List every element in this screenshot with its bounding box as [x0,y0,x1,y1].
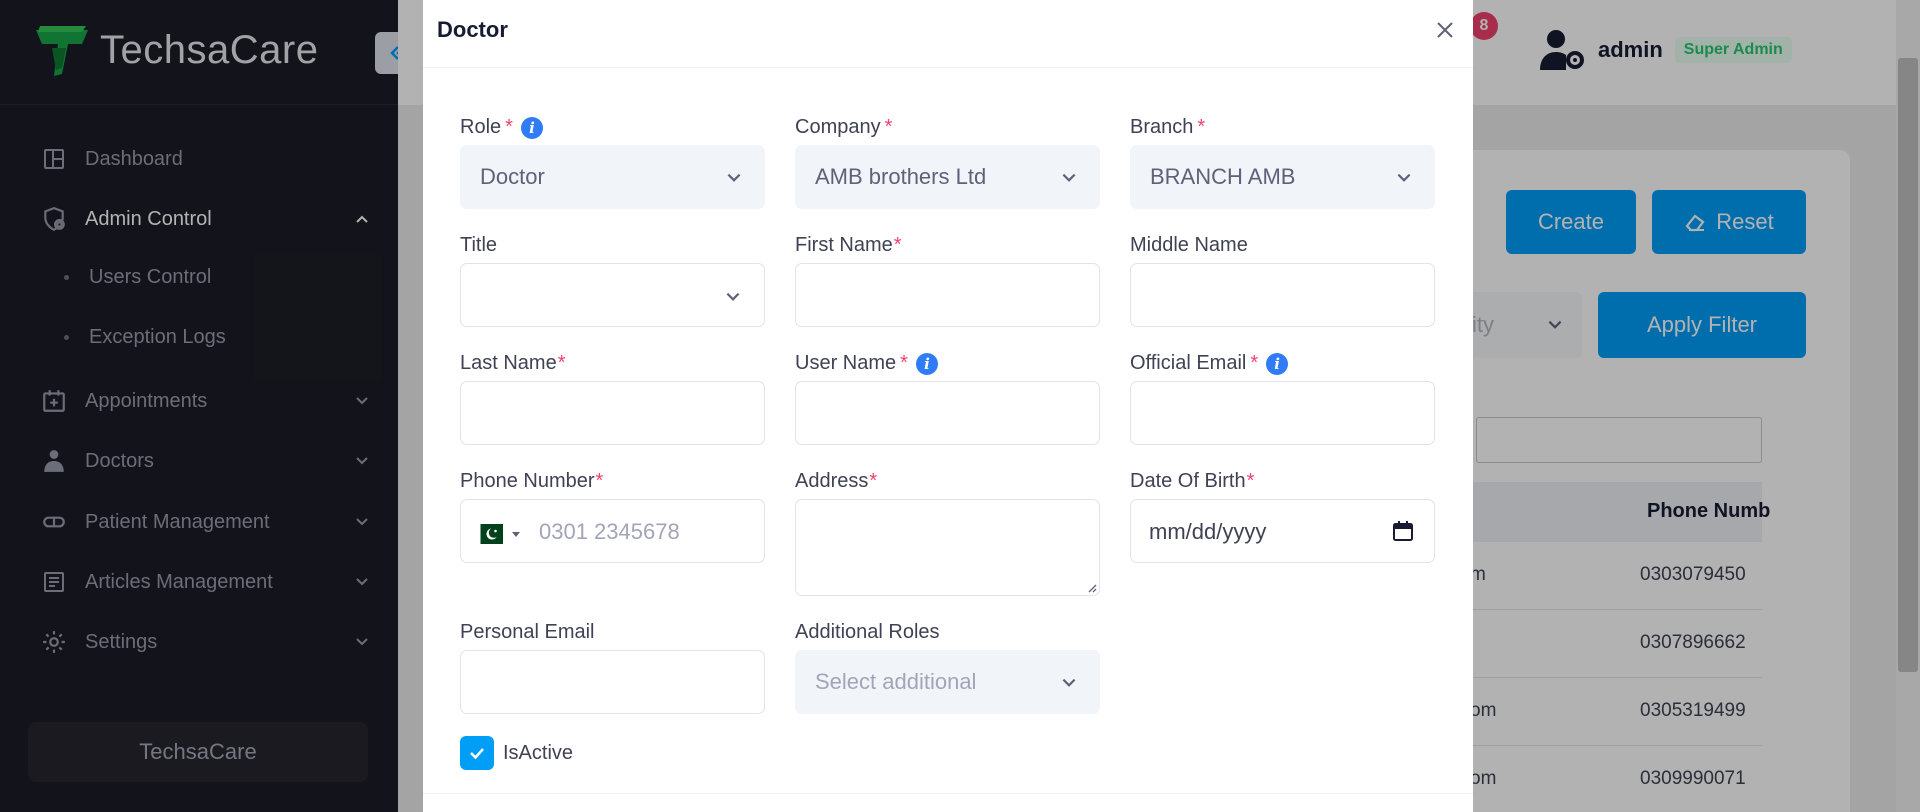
required-marker: * [595,470,604,492]
user-name-label: User Name * i [795,352,938,375]
resize-grip-icon[interactable] [1085,581,1097,593]
last-name-label-text: Last Name [460,352,557,374]
checkmark-icon [470,748,484,760]
chevron-down-icon [726,292,740,301]
branch-label: Branch * [1130,116,1205,139]
middle-name-label-text: Middle Name [1130,234,1248,256]
role-label: Role * i [460,116,543,139]
company-select[interactable]: AMB brothers Ltd [795,145,1100,209]
close-icon [1437,22,1453,38]
title-select[interactable] [460,263,765,327]
address-label: Address * [795,470,877,493]
chevron-down-icon [1397,173,1411,182]
info-icon[interactable]: i [520,116,543,139]
personal-email-label-text: Personal Email [460,621,595,643]
official-email-input[interactable] [1130,381,1435,445]
info-icon[interactable]: i [915,352,938,375]
additional-roles-placeholder: Select additional [815,669,977,694]
doctor-modal: Doctor Role * i Doctor Company * AMB brothe… [423,0,1473,812]
required-marker: * [505,116,513,138]
required-marker: * [1250,352,1259,374]
middle-name-input[interactable] [1130,263,1435,327]
country-code-select[interactable] [473,524,523,544]
personal-email-label: Personal Email [460,621,595,644]
role-select[interactable]: Doctor [460,145,765,209]
official-email-label-text: Official Email [1130,352,1247,374]
phone-label-text: Phone Number [460,470,595,492]
required-marker: * [869,470,878,492]
first-name-label-text: First Name [795,234,893,256]
first-name-input[interactable] [795,263,1100,327]
title-label: Title [460,234,497,257]
caret-down-icon [512,532,520,537]
info-icon[interactable]: i [1266,352,1289,375]
modal-footer-divider [423,793,1473,794]
additional-roles-select[interactable]: Select additional [795,650,1100,714]
chevron-down-icon [1062,173,1076,182]
title-label-text: Title [460,234,498,256]
is-active-label[interactable]: IsActive [503,742,573,765]
branch-select[interactable]: BRANCH AMB [1130,145,1435,209]
company-label-text: Company [795,116,881,138]
dob-placeholder: mm/dd/yyyy [1149,519,1267,544]
dob-label-text: Date Of Birth [1130,470,1246,492]
required-marker: * [900,352,908,374]
role-label-text: Role [460,116,502,138]
user-name-input[interactable] [795,381,1100,445]
first-name-label: First Name * [795,234,902,257]
dob-input[interactable]: mm/dd/yyyy [1130,499,1435,563]
required-marker: * [884,116,893,138]
phone-input[interactable]: 0301 2345678 [460,499,765,563]
modal-title: Doctor [437,17,508,42]
phone-placeholder: 0301 2345678 [539,519,680,544]
phone-label: Phone Number * [460,470,603,493]
branch-label-text: Branch [1130,116,1194,138]
required-marker: * [557,352,566,374]
additional-roles-label-text: Additional Roles [795,621,940,643]
required-marker: * [893,234,902,256]
pakistan-flag-icon [473,524,503,544]
dob-label: Date Of Birth * [1130,470,1254,493]
address-textarea[interactable] [795,499,1100,596]
last-name-label: Last Name * [460,352,566,375]
branch-select-value: BRANCH AMB [1150,164,1296,189]
chevron-down-icon [1062,678,1076,687]
role-select-value: Doctor [480,164,545,189]
company-select-value: AMB brothers Ltd [815,164,987,189]
user-name-label-text: User Name [795,352,897,374]
required-marker: * [1246,470,1255,492]
personal-email-input[interactable] [460,650,765,714]
additional-roles-label: Additional Roles [795,621,940,644]
calendar-icon[interactable] [1392,520,1414,542]
modal-header: Doctor [423,0,1473,68]
official-email-label: Official Email * i [1130,352,1289,375]
last-name-input[interactable] [460,381,765,445]
chevron-down-icon [727,173,741,182]
middle-name-label: Middle Name [1130,234,1248,257]
is-active-checkbox[interactable] [460,736,494,770]
required-marker: * [1197,116,1206,138]
company-label: Company * [795,116,892,139]
close-button[interactable] [1431,16,1459,44]
address-label-text: Address [795,470,869,492]
